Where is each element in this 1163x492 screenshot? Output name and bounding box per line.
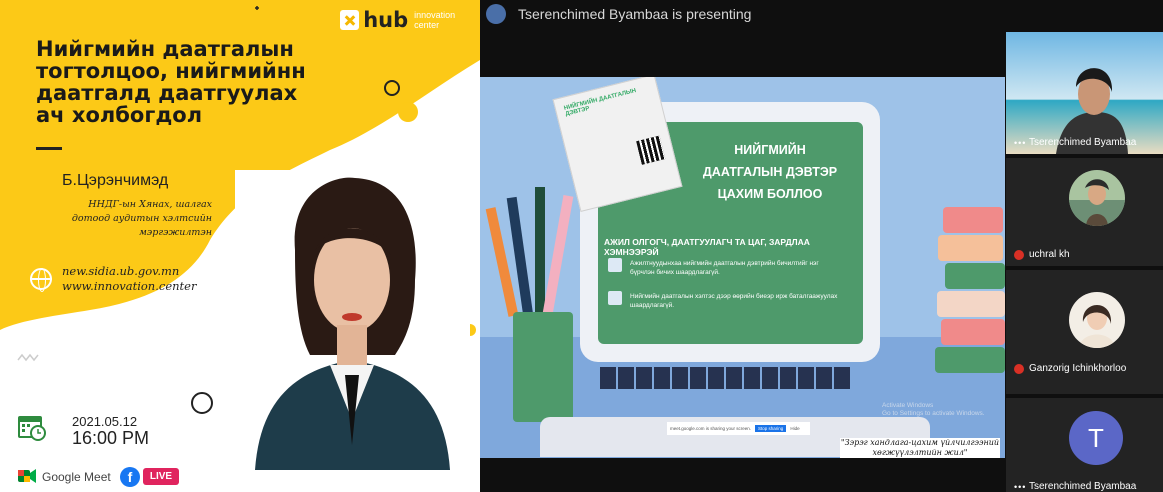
google-meet-label: Google Meet (42, 470, 111, 484)
participant-name: uchral kh (1014, 249, 1070, 260)
hub-logo-mark-icon (340, 10, 360, 30)
activate-windows-watermark: Activate Windows Go to Settings to activ… (882, 402, 985, 417)
hide-button[interactable]: Hide (790, 426, 799, 431)
participant-video (1006, 32, 1163, 154)
presenter-status: Tserenchimed Byambaa is presenting (518, 6, 752, 22)
presenter-indicator-icon (486, 4, 506, 24)
share-status-text: meet.google.com is sharing your screen. (670, 426, 752, 431)
mic-off-icon (1014, 363, 1024, 374)
slide-subtitle: АЖИЛ ОЛГОГЧ, ДААТГУУЛАГЧ ТА ЦАГ, ЗАРДЛАА… (604, 237, 810, 257)
google-meet-icon (18, 469, 36, 483)
participant-name: Ganzorig Ichinkhorloo (1014, 363, 1126, 374)
keyboard-illustration (600, 367, 850, 389)
slide-title: НИЙГМИЙН ДААТГАЛЫН ДЭВТЭР ЦАХИМ БОЛЛОО (702, 143, 838, 201)
website-links: new.sidia.ub.gov.mn www.innovation.cente… (62, 264, 196, 294)
participant-initial-avatar: T (1069, 411, 1123, 465)
screenshot-root: hub innovation center Нийгмийн даатгалын… (0, 0, 1163, 492)
live-badge: LIVE (143, 468, 179, 485)
poster-title: Нийгмийн даатгалын тогтолцоо, нийгмийнн … (36, 37, 306, 127)
slide-bullet: Ажилтнуудынхаа нийгмийн даатгалын дэвтри… (630, 260, 819, 276)
participant-tile[interactable]: Ganzorig Ichinkhorloo (1006, 270, 1163, 394)
website-link[interactable]: new.sidia.ub.gov.mn (62, 264, 196, 279)
qr-code-icon (636, 135, 666, 165)
event-time: 16:00 PM (72, 428, 150, 448)
slide-quote: "Зэрэг хандлага-цахим үйлчилгээний хөгжү… (840, 438, 1000, 458)
poster-divider (36, 147, 62, 150)
participant-avatar (1069, 170, 1125, 226)
more-options-icon[interactable]: ••• (1014, 482, 1025, 492)
thumbs-up-icon (608, 291, 622, 305)
facebook-icon: f (120, 467, 140, 487)
shared-screen-slide: НИЙГМИЙН ДААТГАЛЫН ДЭВТЭР ЦАХИМ БОЛЛОО А… (480, 77, 1005, 458)
pen-cup-illustration (485, 187, 575, 422)
books-illustration (935, 202, 1005, 432)
participant-name: ••• Tserenchimed Byambaa (1014, 137, 1137, 148)
stop-sharing-button[interactable]: Stop sharing (755, 425, 787, 432)
participant-name: ••• Tserenchimed Byambaa (1014, 481, 1137, 492)
event-date: 2021.05.12 (72, 414, 138, 429)
hub-logo-tagline: innovation center (414, 10, 456, 30)
globe-icon (30, 268, 52, 292)
meeting-window: Tserenchimed Byambaa is presenting НИЙГМ… (480, 0, 1163, 492)
speaker-role: ННДГ-ын Хянах, шалгах дотоод аудитын хэл… (71, 199, 212, 238)
event-poster: hub innovation center Нийгмийн даатгалын… (0, 0, 480, 492)
participant-tile[interactable]: uchral kh (1006, 158, 1163, 266)
speaker-name: Б.Цэрэнчимэд (62, 172, 169, 189)
more-options-icon[interactable]: ••• (1014, 138, 1025, 148)
speaker-photo (235, 170, 470, 470)
mic-off-icon (1014, 249, 1024, 260)
presenter-bar: Tserenchimed Byambaa is presenting (480, 0, 1163, 28)
website-link[interactable]: www.innovation.center (62, 279, 196, 294)
slide-bullet: Нийгмийн даатгалын хэлтэс дээр өөрийн би… (630, 293, 838, 309)
thumbs-up-icon (608, 258, 622, 272)
screen-share-bar: meet.google.com is sharing your screen. … (667, 422, 810, 435)
hub-logo-word: hub (363, 8, 409, 32)
participant-avatar (1069, 292, 1125, 348)
hub-logo: hub innovation center (340, 8, 480, 32)
participant-tile[interactable]: ••• Tserenchimed Byambaa (1006, 32, 1163, 154)
calendar-clock-icon (18, 416, 46, 441)
participant-tile[interactable]: T ••• Tserenchimed Byambaa (1006, 398, 1163, 492)
